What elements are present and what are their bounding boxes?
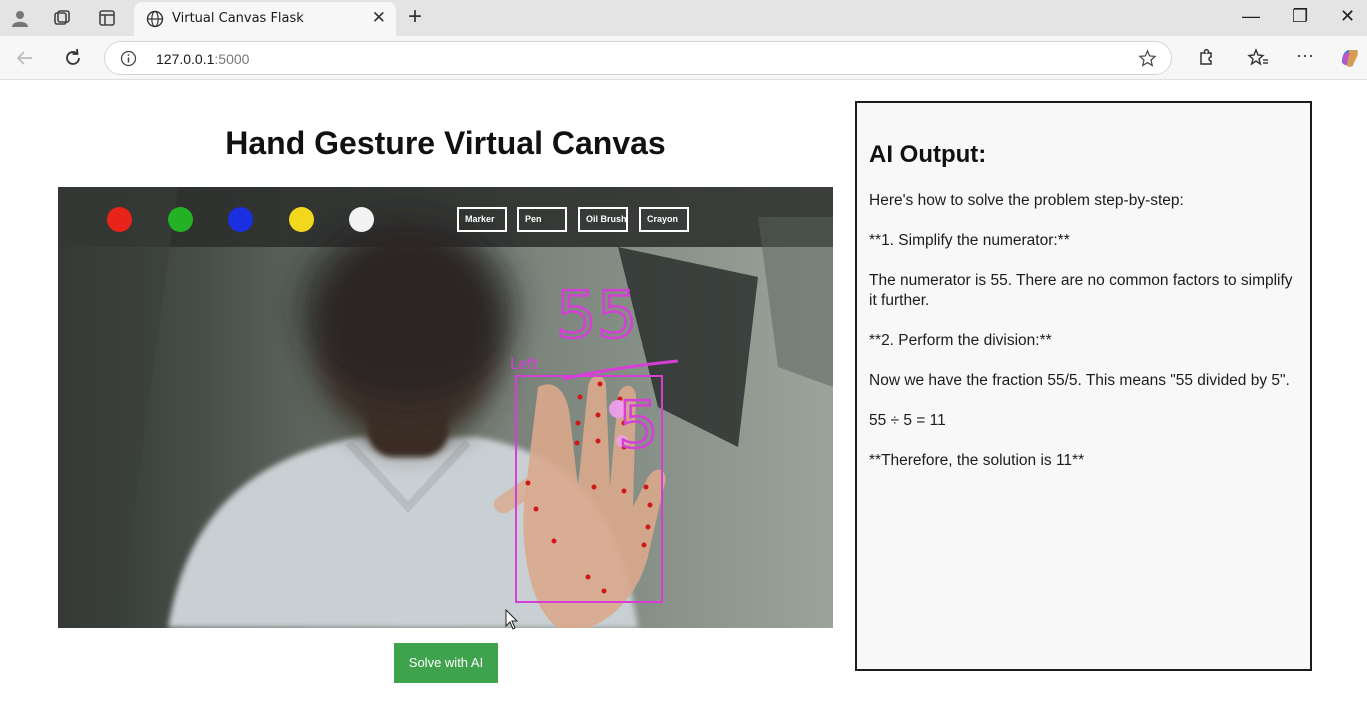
- ai-output-line: **2. Perform the division:**: [869, 332, 1052, 349]
- copilot-icon[interactable]: [1338, 47, 1360, 69]
- ai-output-heading: AI Output:: [869, 141, 987, 168]
- workspaces-icon[interactable]: [52, 8, 72, 28]
- ai-output-text: Here's how to solve the problem step-by-…: [869, 191, 1294, 491]
- favorites-icon[interactable]: [1247, 47, 1269, 69]
- url-host: 127.0.0.1: [156, 51, 215, 67]
- page-title: Hand Gesture Virtual Canvas: [225, 125, 666, 161]
- minimize-icon[interactable]: —: [1242, 6, 1260, 27]
- mouse-cursor-icon: [505, 609, 519, 630]
- tool-oil-brush-button[interactable]: Oil Brush: [578, 207, 628, 232]
- active-tab[interactable]: Virtual Canvas Flask ✕: [134, 2, 396, 36]
- webcam-scene: Left 55 5: [58, 187, 833, 628]
- drawn-numerator: 55: [556, 279, 637, 353]
- tool-crayon-button[interactable]: Crayon: [639, 207, 689, 232]
- ai-output-line: **Therefore, the solution is 11**: [869, 452, 1085, 469]
- color-swatch-blue[interactable]: [228, 207, 253, 232]
- address-toolbar: 127.0.0.1:5000 ···: [0, 36, 1367, 80]
- more-options-icon[interactable]: ···: [1296, 45, 1314, 66]
- new-tab-icon[interactable]: +: [408, 3, 422, 31]
- drawn-denominator: 5: [618, 389, 659, 463]
- browser-tab-bar: Virtual Canvas Flask ✕ + — ❐ ✕: [0, 0, 1367, 36]
- tab-close-icon[interactable]: ✕: [372, 8, 386, 28]
- extensions-icon[interactable]: [1195, 47, 1217, 69]
- profile-icon[interactable]: [10, 8, 30, 28]
- refresh-icon[interactable]: [62, 47, 84, 69]
- address-bar[interactable]: 127.0.0.1:5000: [104, 41, 1172, 75]
- color-swatch-yellow[interactable]: [288, 207, 314, 232]
- favorite-star-icon[interactable]: [1138, 49, 1157, 68]
- restore-icon[interactable]: ❐: [1292, 6, 1308, 27]
- info-icon[interactable]: [120, 50, 137, 67]
- color-swatch-white[interactable]: [349, 207, 374, 232]
- url-port: :5000: [214, 51, 250, 67]
- ai-output-line: Now we have the fraction 55/5. This mean…: [869, 372, 1290, 389]
- ai-output-line: 55 ÷ 5 = 11: [869, 412, 946, 429]
- tab-title: Virtual Canvas Flask: [172, 11, 304, 26]
- url-text[interactable]: 127.0.0.1:5000: [156, 51, 249, 67]
- color-swatch-red[interactable]: [107, 207, 132, 232]
- ai-output-line: The numerator is 55. There are no common…: [869, 272, 1293, 309]
- solve-with-ai-button[interactable]: Solve with AI: [394, 643, 498, 683]
- back-icon[interactable]: [14, 47, 36, 69]
- tab-actions-icon[interactable]: [97, 8, 117, 28]
- handedness-label: Left: [510, 355, 538, 373]
- ai-output-line: Here's how to solve the problem step-by-…: [869, 192, 1184, 209]
- ai-output-panel: AI Output: Here's how to solve the probl…: [855, 101, 1312, 671]
- webcam-canvas[interactable]: Left 55 5 Marker Pen Oil Brush Crayon: [58, 187, 833, 628]
- tool-pen-button[interactable]: Pen: [517, 207, 567, 232]
- color-swatch-green[interactable]: [167, 207, 193, 232]
- close-window-icon[interactable]: ✕: [1340, 6, 1355, 27]
- ai-output-line: **1. Simplify the numerator:**: [869, 232, 1070, 249]
- globe-icon: [146, 10, 164, 28]
- tool-marker-button[interactable]: Marker: [457, 207, 507, 232]
